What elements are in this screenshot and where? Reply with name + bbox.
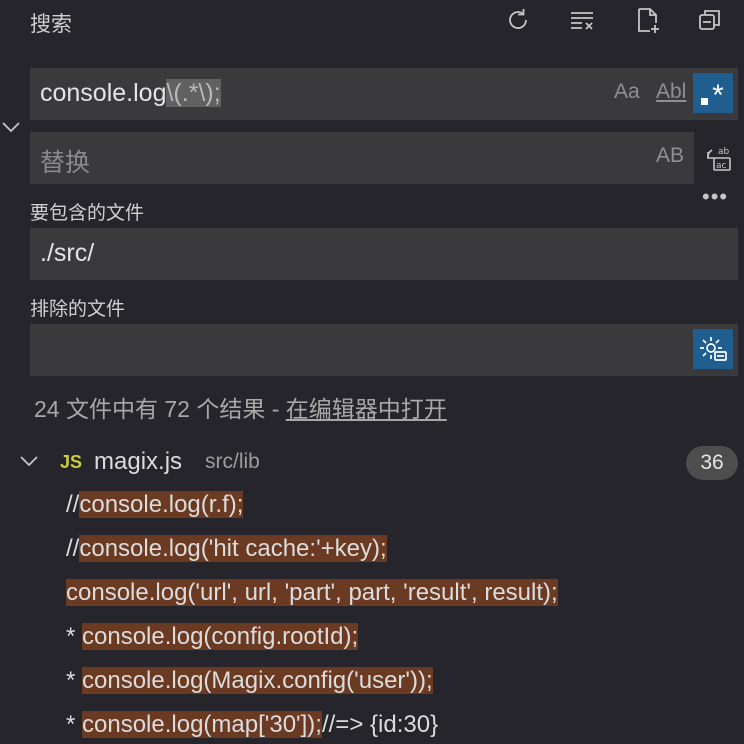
exclude-input[interactable] (30, 324, 738, 376)
replace-all-icon[interactable]: ab ac (704, 142, 734, 179)
match-prefix: // (66, 535, 80, 562)
match-line[interactable]: * console.log(Magix.config('user')); (66, 664, 433, 698)
exclude-label: 排除的文件 (30, 299, 126, 320)
use-regex-toggle[interactable]: * (693, 73, 733, 113)
results-count-text: 24 文件中有 72 个结果 - (34, 396, 286, 422)
file-name: magix.js (94, 448, 183, 475)
search-input[interactable]: console.log\(.*\); Aa Abl * (30, 68, 738, 120)
panel-title: 搜索 (30, 13, 72, 36)
replace-input[interactable]: 替换 AB (30, 132, 694, 184)
match-highlight: console.log(map['30']); (82, 711, 322, 738)
js-file-icon: JS (60, 452, 83, 472)
match-prefix: * (66, 623, 83, 650)
include-value: ./src/ (40, 239, 95, 267)
toggle-replace-chevron-icon[interactable] (0, 118, 22, 136)
match-highlight: console.log('hit cache:'+key); (79, 535, 387, 562)
search-text-regex: \(.*\); (166, 79, 221, 107)
match-highlight: console.log(r.f); (79, 491, 244, 518)
collapse-all-icon[interactable] (692, 2, 728, 38)
more-options-icon[interactable]: ••• (702, 184, 728, 210)
search-value: console.log\(.*\); (40, 79, 221, 108)
file-path: src/lib (205, 450, 260, 473)
new-search-editor-icon[interactable] (630, 2, 666, 38)
gear-exclude-icon (700, 337, 727, 361)
replace-placeholder: 替换 (40, 149, 91, 177)
regex-star-icon: * (712, 79, 724, 112)
match-suffix: //=> {id:30} (321, 711, 439, 738)
match-whole-word-toggle[interactable]: Abl (656, 80, 686, 104)
match-line[interactable]: * console.log(map['30']);//=> {id:30} (66, 708, 438, 742)
match-line[interactable]: //console.log(r.f); (66, 488, 244, 522)
use-exclude-settings-toggle[interactable] (693, 329, 733, 369)
search-text-plain: console.log (40, 79, 167, 107)
match-prefix: * (66, 667, 83, 694)
svg-text:ab: ab (718, 147, 730, 157)
chevron-down-icon[interactable] (18, 452, 40, 470)
match-case-toggle[interactable]: Aa (614, 80, 640, 104)
include-input[interactable]: ./src/ (30, 228, 738, 280)
results-summary: 24 文件中有 72 个结果 - 在编辑器中打开 (34, 390, 447, 424)
clear-results-icon[interactable] (564, 2, 600, 38)
include-label: 要包含的文件 (30, 203, 145, 224)
match-highlight: console.log(Magix.config('user')); (82, 667, 433, 694)
match-prefix: * (66, 711, 83, 738)
match-highlight: console.log('url', url, 'part', part, 'r… (66, 579, 558, 606)
match-line[interactable]: * console.log(config.rootId); (66, 620, 359, 654)
open-in-editor-link[interactable]: 在编辑器中打开 (286, 396, 447, 422)
refresh-icon[interactable] (500, 2, 536, 38)
match-line[interactable]: //console.log('hit cache:'+key); (66, 532, 387, 566)
svg-text:ac: ac (716, 161, 727, 171)
match-line[interactable]: console.log('url', url, 'part', part, 'r… (66, 576, 558, 610)
match-count-badge: 36 (686, 446, 738, 480)
match-prefix: // (66, 491, 80, 518)
preserve-case-toggle[interactable]: AB (656, 144, 684, 168)
file-result-row[interactable]: JS magix.js src/lib 36 (0, 446, 744, 480)
regex-dot-icon (701, 98, 708, 105)
match-highlight: console.log(config.rootId); (82, 623, 359, 650)
